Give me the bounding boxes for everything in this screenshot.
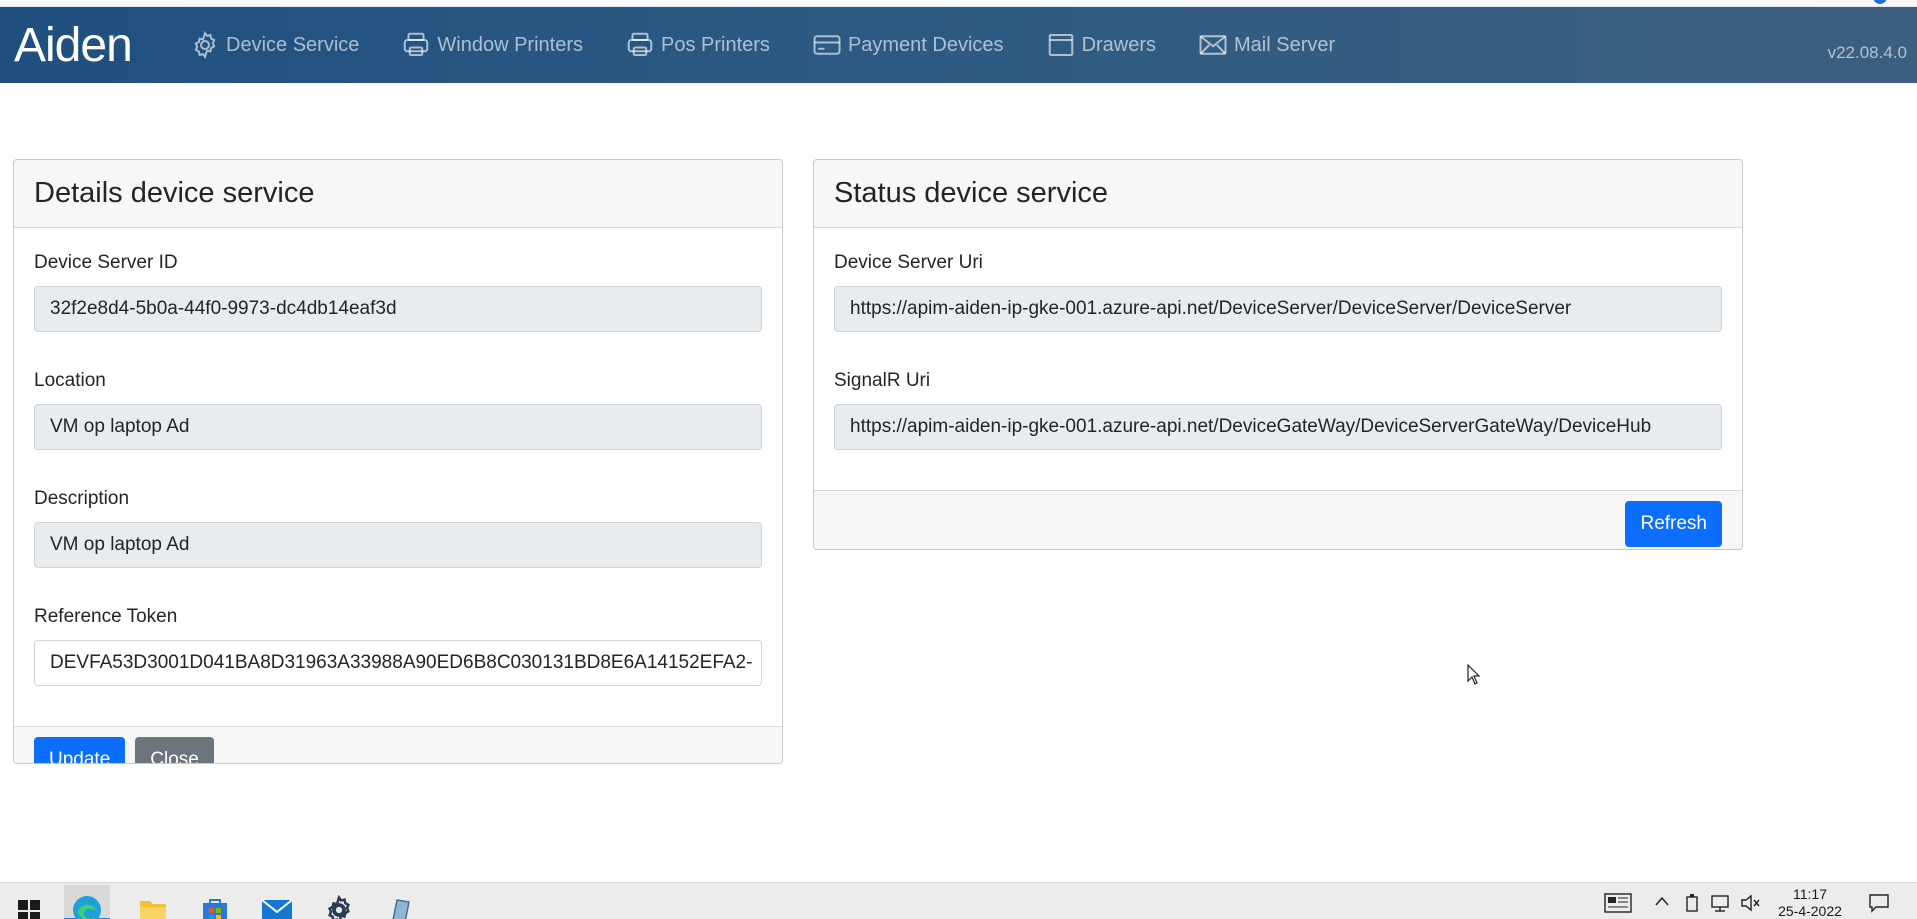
clock-date: 25-4-2022	[1778, 903, 1842, 919]
chevron-up-icon[interactable]	[1654, 895, 1670, 910]
status-card-footer: Refresh	[814, 490, 1742, 549]
network-icon[interactable]	[1710, 893, 1732, 916]
details-card-body: Device Server ID 32f2e8d4-5b0a-44f0-9973…	[14, 228, 782, 726]
reference-token-field[interactable]: DEVFA53D3001D041BA8D31963A33988A90ED6B8C…	[34, 640, 762, 686]
signalr-uri-field[interactable]: https://apim-aiden-ip-gke-001.azure-api.…	[834, 404, 1722, 450]
printer-icon	[627, 32, 653, 56]
signalr-uri-label: SignalR Uri	[834, 370, 931, 391]
close-button[interactable]: Close	[135, 737, 214, 763]
taskbar-app[interactable]	[378, 885, 424, 919]
taskbar-settings[interactable]	[316, 885, 362, 919]
nav-item-label: Mail Server	[1234, 33, 1336, 56]
gear-icon	[194, 30, 216, 60]
status-card-header: Status device service	[814, 160, 1742, 228]
app-pencil-icon	[392, 899, 410, 919]
nav-item-payment-devices[interactable]: Payment Devices	[812, 30, 1004, 60]
windows-taskbar: 11:17 25-4-2022	[0, 882, 1917, 919]
windows-logo-icon	[18, 900, 40, 919]
location-label: Location	[34, 370, 106, 391]
taskbar-mail[interactable]	[254, 885, 300, 919]
nav-item-label: Window Printers	[437, 33, 583, 56]
nav-item-label: Payment Devices	[847, 33, 1004, 56]
nav-item-window-printers[interactable]: Window Printers	[401, 30, 583, 60]
app-version: v22.08.4.0	[1827, 43, 1907, 62]
status-card-title: Status device service	[834, 177, 1109, 209]
notification-icon[interactable]	[1868, 893, 1890, 916]
details-card-footer: Update Close	[14, 726, 782, 763]
battery-icon[interactable]	[1684, 893, 1700, 916]
brand-name: Aiden	[14, 18, 133, 72]
status-card: Status device service Device Server Uri …	[813, 159, 1743, 550]
edge-browser-icon	[73, 896, 101, 919]
brand-logo[interactable]: Aiden	[14, 18, 146, 72]
device-server-id-label: Device Server ID	[34, 252, 178, 273]
nav-item-device-service[interactable]: Device Service	[190, 30, 359, 60]
details-card: Details device service Device Server ID …	[13, 159, 783, 764]
device-server-uri-label: Device Server Uri	[834, 252, 983, 273]
refresh-button[interactable]: Refresh	[1625, 501, 1722, 547]
news-widget-icon[interactable]	[1604, 893, 1632, 916]
browser-top-strip	[0, 0, 1917, 7]
device-server-uri-field[interactable]: https://apim-aiden-ip-gke-001.azure-api.…	[834, 286, 1722, 332]
nav-item-label: Drawers	[1081, 33, 1157, 56]
description-label: Description	[34, 488, 130, 509]
reference-token-label: Reference Token	[34, 606, 178, 627]
gear-icon	[328, 895, 350, 919]
speaker-muted-icon[interactable]	[1740, 893, 1762, 916]
nav-item-mail-server[interactable]: Mail Server	[1198, 30, 1335, 60]
printer-icon	[404, 32, 429, 56]
update-button[interactable]: Update	[34, 737, 126, 763]
top-navbar: Aiden Device Service Window Printers Pos…	[0, 7, 1917, 83]
nav-item-label: Device Service	[226, 33, 360, 56]
nav-item-pos-printers[interactable]: Pos Printers	[625, 30, 770, 60]
envelope-icon	[1199, 35, 1227, 55]
drawer-icon	[1048, 34, 1073, 56]
credit-card-icon	[813, 35, 841, 55]
mail-icon	[261, 899, 293, 919]
nav-menu: Device Service Window Printers Pos Print…	[190, 30, 1377, 60]
nav-item-label: Pos Printers	[661, 33, 770, 56]
device-server-id-field[interactable]: 32f2e8d4-5b0a-44f0-9973-dc4db14eaf3d	[34, 286, 762, 332]
status-card-body: Device Server Uri https://apim-aiden-ip-…	[814, 228, 1742, 490]
details-card-header: Details device service	[14, 160, 782, 228]
mouse-cursor-icon	[1467, 664, 1481, 685]
start-button[interactable]	[6, 885, 52, 919]
taskbar-clock[interactable]: 11:17 25-4-2022	[1770, 886, 1850, 919]
store-icon	[203, 899, 227, 919]
clock-time: 11:17	[1793, 886, 1827, 902]
details-card-title: Details device service	[34, 177, 315, 209]
location-field[interactable]: VM op laptop Ad	[34, 404, 762, 450]
taskbar-store[interactable]	[192, 885, 238, 919]
browser-corner-icon	[1873, 0, 1887, 4]
folder-icon	[140, 901, 166, 919]
description-field[interactable]: VM op laptop Ad	[34, 522, 762, 568]
taskbar-file-explorer[interactable]	[130, 885, 176, 919]
nav-item-drawers[interactable]: Drawers	[1046, 30, 1156, 60]
taskbar-edge[interactable]	[64, 885, 110, 919]
